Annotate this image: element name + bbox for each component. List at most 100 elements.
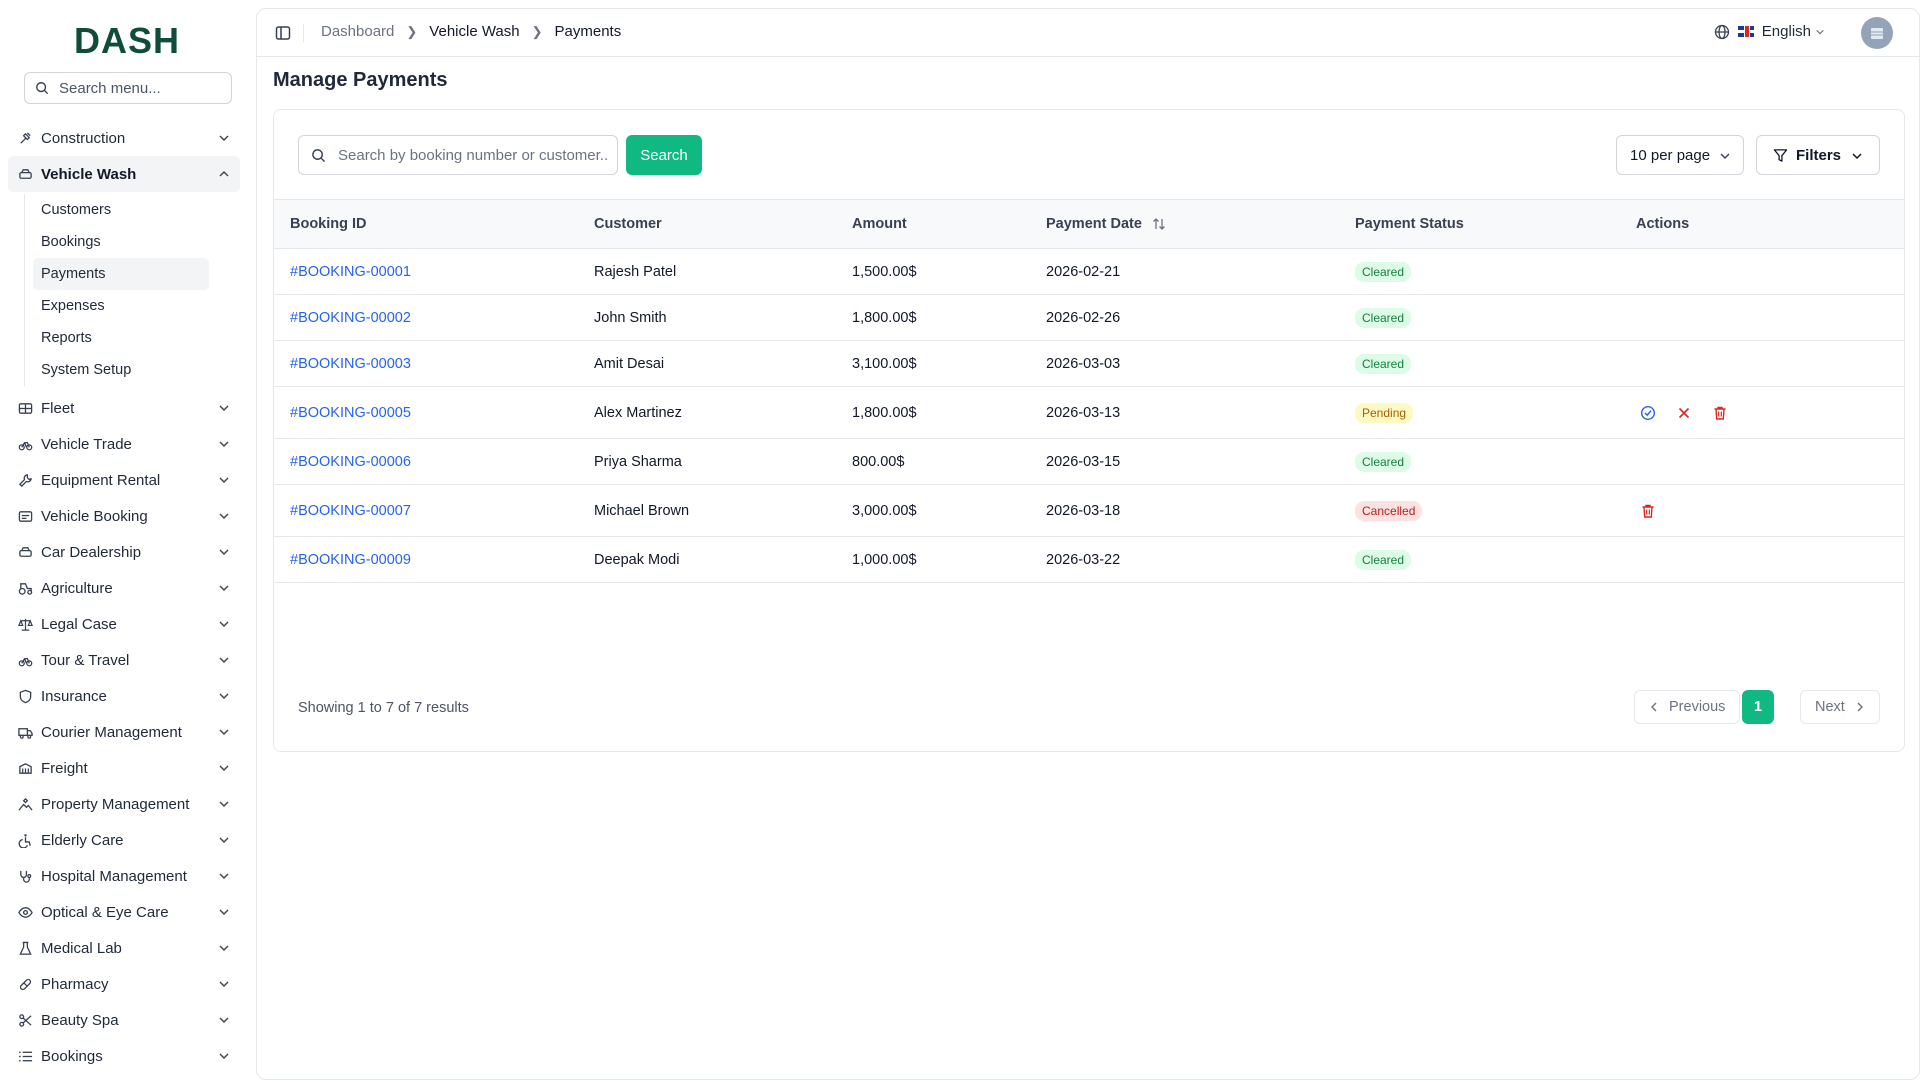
sidebar-search-input[interactable] bbox=[59, 79, 209, 97]
booking-search-input[interactable] bbox=[338, 146, 608, 164]
submenu-item-customers[interactable]: Customers bbox=[33, 194, 209, 226]
breadcrumb: Dashboard ❯ Vehicle Wash ❯ Payments bbox=[321, 23, 621, 40]
sidebar-item-beauty-spa[interactable]: Beauty Spa bbox=[8, 1002, 240, 1038]
customer-name: Priya Sharma bbox=[594, 453, 682, 470]
accessibility-icon bbox=[18, 833, 31, 848]
eye-icon bbox=[18, 906, 33, 918]
submenu-item-system-setup[interactable]: System Setup bbox=[33, 354, 209, 386]
chevron-down-icon bbox=[219, 1053, 229, 1059]
chevron-left-icon bbox=[1651, 702, 1657, 712]
breadcrumb-dashboard[interactable]: Dashboard bbox=[321, 23, 394, 40]
booking-icon bbox=[18, 510, 33, 522]
search-icon bbox=[36, 82, 49, 95]
submenu-item-reports[interactable]: Reports bbox=[33, 322, 209, 354]
dash-logo[interactable]: DASH bbox=[74, 20, 184, 60]
sidebar-search[interactable] bbox=[24, 72, 232, 104]
sidebar-item-agriculture[interactable]: Agriculture bbox=[8, 570, 240, 606]
reject-icon[interactable] bbox=[1676, 405, 1692, 421]
logo-text: DASH bbox=[74, 23, 180, 57]
filters-label: Filters bbox=[1796, 146, 1842, 164]
sidebar-item-label: Agriculture bbox=[41, 579, 113, 597]
sort-icon[interactable] bbox=[1152, 217, 1166, 231]
sidebar-item-bookings[interactable]: Bookings bbox=[8, 1038, 240, 1074]
booking-id-link[interactable]: #BOOKING-00002 bbox=[290, 310, 411, 326]
amount: 800.00$ bbox=[852, 453, 905, 470]
filters-button[interactable]: Filters bbox=[1756, 135, 1880, 175]
delete-icon[interactable] bbox=[1712, 405, 1728, 421]
booking-id-link[interactable]: #BOOKING-00006 bbox=[290, 454, 411, 470]
payment-date: 2026-02-26 bbox=[1046, 309, 1121, 326]
per-page-select[interactable]: 10 per page bbox=[1616, 135, 1744, 175]
sidebar-item-tour-and-travel[interactable]: Tour & Travel bbox=[8, 642, 240, 678]
sidebar-item-freight[interactable]: Freight bbox=[8, 750, 240, 786]
submenu-item-expenses[interactable]: Expenses bbox=[33, 290, 209, 322]
sidebar-item-equipment-rental[interactable]: Equipment Rental bbox=[8, 462, 240, 498]
avatar[interactable] bbox=[1861, 17, 1893, 49]
booking-id-link[interactable]: #BOOKING-00007 bbox=[290, 503, 411, 519]
sidebar-item-label: Property Management bbox=[41, 795, 190, 813]
payment-date: 2026-03-13 bbox=[1046, 404, 1121, 421]
pill-icon bbox=[19, 978, 32, 990]
row-actions bbox=[1640, 405, 1728, 421]
sidebar-item-label: Fleet bbox=[41, 399, 75, 417]
chevron-down-icon bbox=[219, 1017, 229, 1023]
header-payment-date[interactable]: Payment Date bbox=[1046, 216, 1166, 232]
sidebar-item-label: Vehicle Trade bbox=[41, 435, 132, 453]
sidebar-item-label: Vehicle Booking bbox=[41, 507, 148, 525]
table-row: #BOOKING-00003 Amit Desai 3,100.00$ 2026-03… bbox=[274, 341, 1904, 387]
sidebar-item-property-management[interactable]: Property Management bbox=[8, 786, 240, 822]
approve-icon[interactable] bbox=[1640, 405, 1656, 421]
header-payment-status: Payment Status bbox=[1355, 216, 1464, 232]
sidebar-item-pharmacy[interactable]: Pharmacy bbox=[8, 966, 240, 1002]
sidebar-item-vehicle-booking[interactable]: Vehicle Booking bbox=[8, 498, 240, 534]
status-badge: Cleared bbox=[1355, 549, 1412, 570]
amount: 3,100.00$ bbox=[852, 355, 917, 372]
breadcrumb-vehicle-wash[interactable]: Vehicle Wash bbox=[429, 23, 519, 40]
booking-search[interactable] bbox=[298, 135, 618, 175]
sidebar-item-hospital-management[interactable]: Hospital Management bbox=[8, 858, 240, 894]
status-badge: Cleared bbox=[1355, 451, 1412, 472]
header-payment-date-label: Payment Date bbox=[1046, 216, 1142, 232]
payment-date: 2026-03-22 bbox=[1046, 551, 1121, 568]
chevron-right-icon bbox=[1857, 702, 1863, 712]
sidebar-item-vehicle-wash[interactable]: Vehicle Wash bbox=[8, 156, 240, 192]
chevron-down-icon bbox=[219, 477, 229, 483]
sidebar-item-fleet[interactable]: Fleet bbox=[8, 390, 240, 426]
chevron-right-icon: ❯ bbox=[406, 23, 418, 39]
booking-id-link[interactable]: #BOOKING-00005 bbox=[290, 405, 411, 421]
sidebar-item-courier-management[interactable]: Courier Management bbox=[8, 714, 240, 750]
sidebar-item-label: Freight bbox=[41, 759, 88, 777]
sidebar-item-medical-lab[interactable]: Medical Lab bbox=[8, 930, 240, 966]
table-row: #BOOKING-00006 Priya Sharma 800.00$ 2026-03… bbox=[274, 439, 1904, 485]
sidebar-item-optical-and-eye-care[interactable]: Optical & Eye Care bbox=[8, 894, 240, 930]
sidebar-item-elderly-care[interactable]: Elderly Care bbox=[8, 822, 240, 858]
table-row: #BOOKING-00002 John Smith 1,800.00$ 2026-02… bbox=[274, 295, 1904, 341]
booking-id-link[interactable]: #BOOKING-00001 bbox=[290, 264, 411, 280]
submenu-item-bookings[interactable]: Bookings bbox=[33, 226, 209, 258]
building-icon bbox=[18, 797, 33, 811]
sidebar-item-label: Legal Case bbox=[41, 615, 117, 633]
sidebar-item-label: Elderly Care bbox=[41, 831, 124, 849]
booking-id-link[interactable]: #BOOKING-00003 bbox=[290, 356, 411, 372]
submenu-item-payments[interactable]: Payments bbox=[33, 258, 209, 290]
stethoscope-icon bbox=[20, 870, 32, 883]
sidebar-item-vehicle-trade[interactable]: Vehicle Trade bbox=[8, 426, 240, 462]
sidebar-toggle-icon[interactable] bbox=[275, 25, 291, 41]
filter-icon bbox=[1773, 148, 1788, 162]
amount: 1,500.00$ bbox=[852, 263, 917, 280]
language-selector[interactable]: English bbox=[1714, 23, 1825, 40]
sidebar-item-construction[interactable]: Construction bbox=[8, 120, 240, 156]
status-badge: Cancelled bbox=[1355, 500, 1423, 521]
sidebar-item-car-dealership[interactable]: Car Dealership bbox=[8, 534, 240, 570]
booking-id-link[interactable]: #BOOKING-00009 bbox=[290, 552, 411, 568]
user-avatar-icon bbox=[1871, 28, 1883, 39]
sidebar-item-legal-case[interactable]: Legal Case bbox=[8, 606, 240, 642]
delete-icon[interactable] bbox=[1640, 503, 1656, 519]
page-1-button[interactable]: 1 bbox=[1742, 690, 1774, 724]
sidebar-item-insurance[interactable]: Insurance bbox=[8, 678, 240, 714]
search-button[interactable]: Search bbox=[626, 135, 702, 175]
chevron-down-icon bbox=[219, 441, 229, 447]
customer-name: Michael Brown bbox=[594, 502, 690, 519]
next-button[interactable]: Next bbox=[1800, 690, 1880, 724]
previous-button[interactable]: Previous bbox=[1634, 690, 1740, 724]
